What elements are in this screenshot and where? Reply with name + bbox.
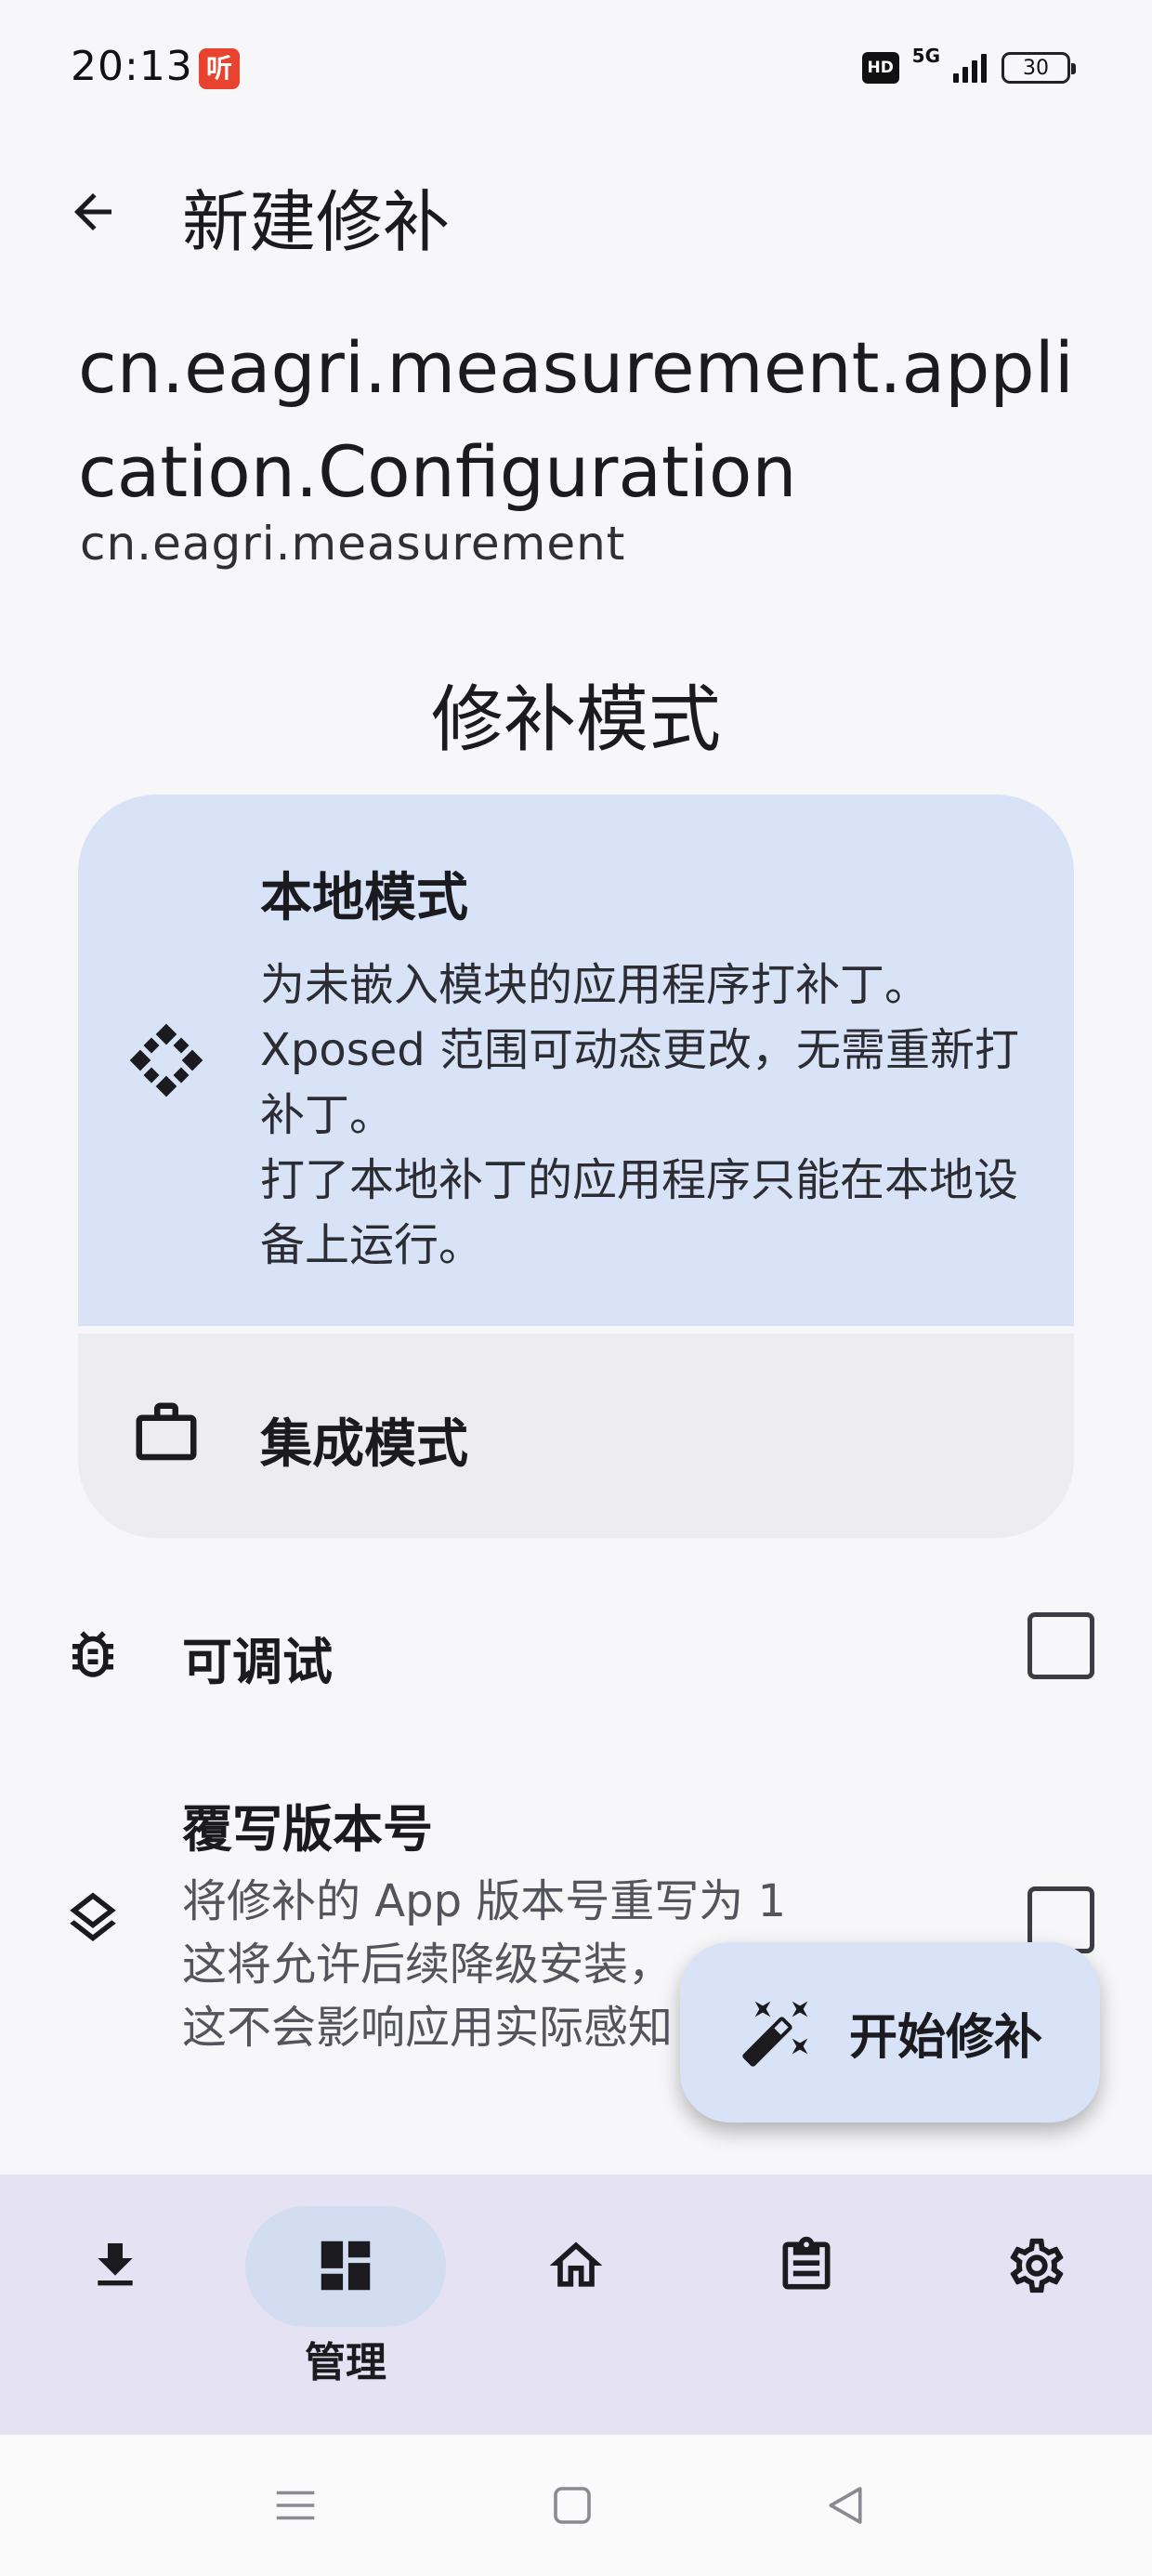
clipboard-list-icon [767,2227,845,2305]
nav-item-download[interactable] [0,2175,230,2435]
start-patch-label: 开始修补 [849,2010,1043,2066]
app-name: cn.eagri.measurement.application.Configu… [78,326,1074,513]
layers-icon [54,1879,132,1957]
mode-integrated-title: 集成模式 [260,1414,468,1475]
patch-mode-selector: 本地模式 为未嵌入模块的应用程序打补丁。 Xposed 范围可动态更改，无需重新… [78,795,1074,1538]
mode-local-card[interactable]: 本地模式 为未嵌入模块的应用程序打补丁。 Xposed 范围可动态更改，无需重新… [78,795,1074,1326]
bottom-navigation: 管理 [0,2175,1152,2435]
mode-local-desc-line: 为未嵌入模块的应用程序打补丁。 [260,959,930,1011]
status-bar: 20:13 听 HD 5G 30 [0,0,1152,139]
settings-gear-icon [998,2227,1076,2305]
mode-local-description: 为未嵌入模块的应用程序打补丁。 Xposed 范围可动态更改，无需重新打补丁。 … [260,953,1022,1278]
home-icon [537,2227,615,2305]
mode-local-desc-line: Xposed 范围可动态更改，无需重新打补丁。 [260,1024,1019,1141]
patch-mode-title: 修补模式 [430,678,721,762]
status-time: 20:13 [71,43,193,90]
menu-icon[interactable] [256,2466,334,2544]
network-type: 5G [911,45,940,67]
status-indicators: HD 5G 30 [861,45,1076,89]
option-debuggable-title: 可调试 [182,1633,333,1691]
hd-voice-badge: HD [861,52,899,84]
system-navigation-bar [0,2435,1152,2576]
xposed-diamond-icon [128,1022,204,1098]
battery-icon: 30 [1001,52,1076,84]
back-button[interactable] [54,173,132,251]
override-desc-line: 将修补的 App 版本号重写为 1 [182,1875,787,1927]
app-package: cn.eagri.measurement [80,517,626,571]
battery-level: 30 [1023,56,1049,80]
briefcase-icon [128,1395,204,1471]
magic-wand-icon [742,2001,808,2067]
mode-local-desc-line: 打了本地补丁的应用程序只能在本地设备上运行。 [260,1154,1019,1271]
debuggable-checkbox[interactable] [1028,1612,1094,1679]
arrow-back-icon [74,193,111,230]
page-title: 新建修补 [182,183,451,261]
mode-integrated-card[interactable]: 集成模式 [78,1334,1074,1538]
nav-item-settings[interactable] [922,2175,1152,2435]
back-triangle-icon[interactable] [806,2466,884,2544]
nav-item-logs[interactable] [691,2175,922,2435]
option-override-version-title: 覆写版本号 [182,1800,433,1859]
dashboard-icon [307,2227,385,2305]
screen: 20:13 听 HD 5G 30 新建修补 cn.eagri.measureme… [0,0,1152,2576]
nav-item-home[interactable] [461,2175,691,2435]
bug-icon [54,1615,132,1693]
nav-label-manage: 管理 [305,2339,386,2386]
nav-item-manage[interactable]: 管理 [230,2175,461,2435]
signal-strength-icon [953,53,988,83]
start-patch-button[interactable]: 开始修补 [680,1942,1100,2123]
mode-local-title: 本地模式 [260,868,468,928]
download-icon [76,2227,154,2305]
home-square-icon[interactable] [533,2466,611,2544]
listen-app-notification-icon: 听 [199,48,240,89]
